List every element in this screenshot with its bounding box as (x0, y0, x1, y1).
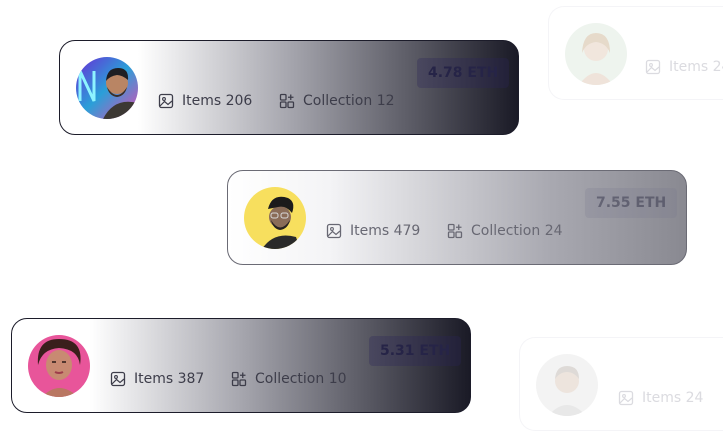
ghost-card-bottom[interactable]: Items 24 (519, 337, 723, 431)
image-icon (110, 371, 126, 387)
price-badge-1: 4.78 ETH (417, 58, 510, 88)
collection-stat-2: Collection 24 (447, 223, 563, 239)
items-stat-3: Items 387 (110, 371, 204, 387)
image-icon (158, 93, 174, 109)
ghost-items-label-bottom: Items 24 (642, 390, 704, 406)
creator-avatar-1[interactable] (76, 57, 138, 119)
ghost-card-top[interactable]: Items 24 (548, 6, 723, 100)
collection-label-2: Collection 24 (471, 223, 563, 239)
creator-avatar-3[interactable] (28, 335, 90, 397)
items-stat-2: Items 479 (326, 223, 420, 239)
creator-card-3[interactable]: Items 387 Collection 10 5.31 ETH (11, 318, 471, 413)
ghost-items-stat: Items 24 (645, 59, 723, 75)
items-label-3: Items 387 (134, 371, 205, 387)
ghost-items-label: Items 24 (669, 59, 723, 75)
grid-plus-icon (447, 223, 463, 239)
creator-card-2[interactable]: Items 479 Collection 24 7.55 ETH (227, 170, 687, 265)
ghost-items-stat-bottom: Items 24 (618, 390, 703, 406)
grid-plus-icon (231, 371, 247, 387)
avatar-image-yellow-man (244, 187, 306, 249)
price-badge-3: 5.31 ETH (369, 336, 462, 366)
items-label-2: Items 479 (350, 223, 421, 239)
image-icon (645, 59, 661, 75)
image-icon (326, 223, 342, 239)
items-label-1: Items 206 (182, 93, 253, 109)
image-icon (618, 390, 634, 406)
ghost-avatar (565, 23, 627, 85)
ghost-avatar-image (565, 23, 627, 85)
grid-plus-icon (279, 93, 295, 109)
collection-label-3: Collection 10 (255, 371, 347, 387)
collection-stat-3: Collection 10 (231, 371, 347, 387)
items-stat-1: Items 206 (158, 93, 252, 109)
creator-avatar-2[interactable] (244, 187, 306, 249)
collection-stat-1: Collection 12 (279, 93, 395, 109)
ghost-avatar-bottom (536, 354, 598, 416)
price-badge-2: 7.55 ETH (585, 188, 678, 218)
creator-card-1[interactable]: Items 206 Collection 12 4.78 ETH (59, 40, 519, 135)
ghost-avatar-image-bottom (536, 354, 598, 416)
collection-label-1: Collection 12 (303, 93, 395, 109)
avatar-image-neon-man (76, 57, 138, 119)
avatar-image-pink-woman (28, 335, 90, 397)
